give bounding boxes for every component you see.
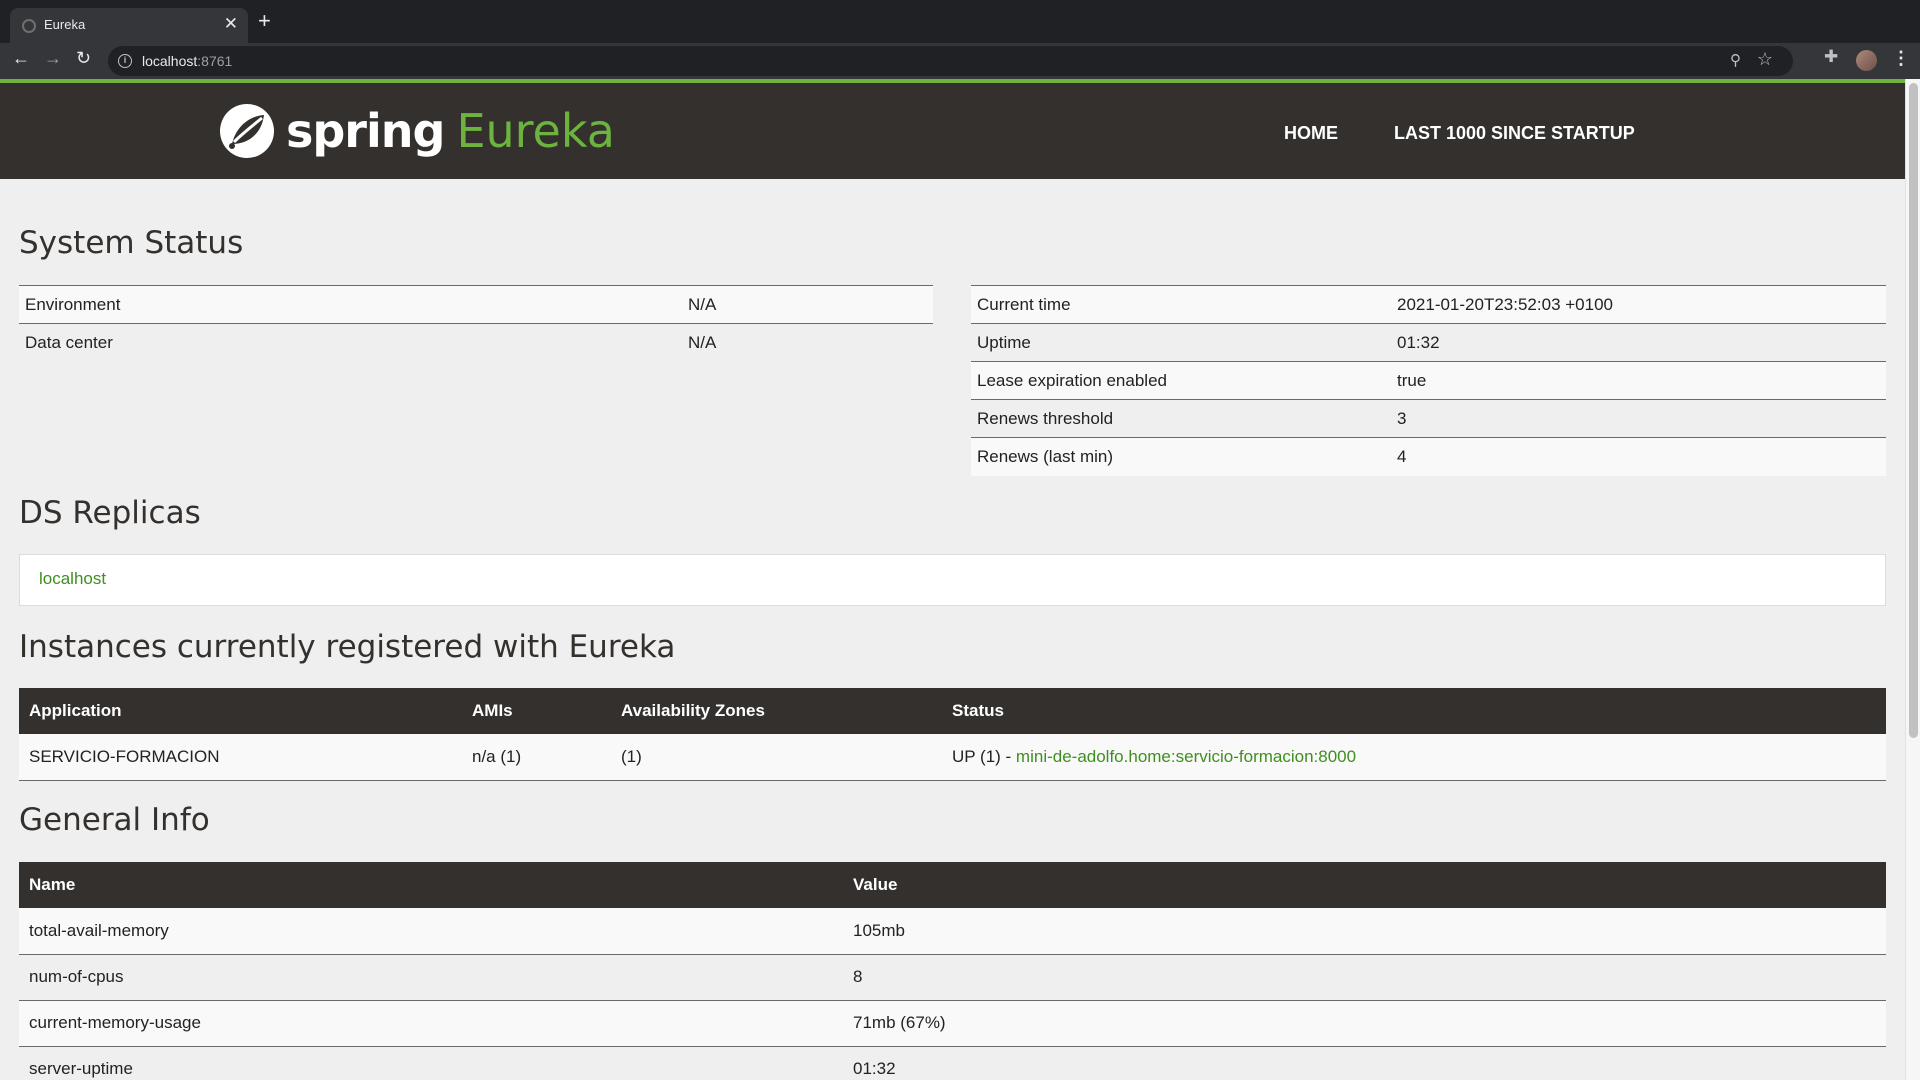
logo-eureka-text: Eureka <box>456 104 615 158</box>
table-row: Current time 2021-01-20T23:52:03 +0100 <box>971 285 1886 324</box>
status-label: Lease expiration enabled <box>971 361 1391 400</box>
status-label: Current time <box>971 285 1391 324</box>
replicas-list: localhost <box>19 554 1886 606</box>
column-header: AMIs <box>462 688 611 734</box>
forward-arrow-icon[interactable]: → <box>44 48 62 69</box>
eureka-navbar: spring Eureka HOME LAST 1000 SINCE START… <box>0 79 1905 179</box>
status-label: Environment <box>19 285 682 324</box>
spring-leaf-icon <box>220 104 274 158</box>
menu-icon[interactable]: ⋮ <box>1892 48 1910 69</box>
table-row: Uptime 01:32 <box>971 323 1886 362</box>
star-icon[interactable]: ☆ <box>1757 49 1773 70</box>
table-row: Environment N/A <box>19 285 933 324</box>
instance-link[interactable]: mini-de-adolfo.home:servicio-formacion:8… <box>1016 747 1356 766</box>
status-cell: UP (1) - mini-de-adolfo.home:servicio-fo… <box>942 734 1886 781</box>
status-label: Uptime <box>971 323 1391 362</box>
status-value: true <box>1391 361 1886 400</box>
table-row: total-avail-memory 105mb <box>19 908 1886 955</box>
extensions-icon[interactable]: ✚ <box>1824 47 1838 67</box>
info-name: num-of-cpus <box>19 954 843 1001</box>
general-info-heading: General Info <box>19 802 210 838</box>
status-value: 4 <box>1391 437 1886 476</box>
table-row: Lease expiration enabled true <box>971 361 1886 400</box>
system-status-heading: System Status <box>19 225 244 261</box>
table-row: Renews (last min) 4 <box>971 437 1886 476</box>
column-header: Status <box>942 688 1886 734</box>
amis-cell: n/a (1) <box>462 734 611 781</box>
instances-table: Application AMIs Availability Zones Stat… <box>19 688 1886 781</box>
url-host: localhost <box>142 53 198 69</box>
info-value: 01:32 <box>843 1046 1886 1080</box>
browser-toolbar: ← → ↻ i localhost:8761 ⚲ ☆ <box>0 43 1920 79</box>
column-header: Availability Zones <box>611 688 942 734</box>
nav-home-link[interactable]: HOME <box>1284 123 1338 144</box>
back-arrow-icon[interactable]: ← <box>12 48 30 69</box>
replica-link[interactable]: localhost <box>39 569 106 589</box>
close-icon[interactable]: ✕ <box>224 14 238 34</box>
application-cell: SERVICIO-FORMACION <box>19 734 462 781</box>
table-header-row: Application AMIs Availability Zones Stat… <box>19 688 1886 734</box>
status-label: Data center <box>19 323 682 362</box>
avatar[interactable] <box>1856 50 1877 71</box>
scroll-thumb[interactable] <box>1909 83 1918 738</box>
table-row: Data center N/A <box>19 323 933 362</box>
address-bar[interactable]: i localhost:8761 ⚲ ☆ <box>108 46 1793 76</box>
system-status-right-table: Current time 2021-01-20T23:52:03 +0100 U… <box>971 285 1886 476</box>
url-port: :8761 <box>197 53 233 69</box>
system-status-left-table: Environment N/A Data center N/A <box>19 285 933 362</box>
table-header-row: Name Value <box>19 862 1886 908</box>
browser-tab[interactable]: Eureka ✕ <box>10 8 248 43</box>
globe-icon <box>22 19 36 33</box>
zones-cell: (1) <box>611 734 942 781</box>
status-value: 01:32 <box>1391 323 1886 362</box>
vertical-scrollbar[interactable] <box>1905 79 1920 1080</box>
status-value: 2021-01-20T23:52:03 +0100 <box>1391 285 1886 324</box>
table-row: SERVICIO-FORMACION n/a (1) (1) UP (1) - … <box>19 734 1886 781</box>
reload-icon[interactable]: ↻ <box>76 48 91 69</box>
general-info-table: Name Value total-avail-memory 105mb num-… <box>19 862 1886 1080</box>
table-row: server-uptime 01:32 <box>19 1046 1886 1080</box>
status-value: N/A <box>682 323 933 362</box>
status-value: 3 <box>1391 399 1886 438</box>
nav-last-1000-link[interactable]: LAST 1000 SINCE STARTUP <box>1394 123 1635 144</box>
info-name: total-avail-memory <box>19 908 843 955</box>
info-icon[interactable]: i <box>118 54 132 68</box>
new-tab-button[interactable]: + <box>258 8 271 34</box>
tab-title: Eureka <box>44 17 86 32</box>
status-text: UP (1) - <box>952 746 1016 766</box>
status-label: Renews threshold <box>971 399 1391 438</box>
info-name: server-uptime <box>19 1046 843 1080</box>
column-header: Name <box>19 862 843 908</box>
status-value: N/A <box>682 285 933 324</box>
url-text[interactable]: localhost:8761 <box>142 53 232 69</box>
column-header: Application <box>19 688 462 734</box>
logo-spring-text: spring <box>286 104 445 158</box>
info-value: 8 <box>843 954 1886 1001</box>
column-header: Value <box>843 862 1886 908</box>
spring-eureka-logo[interactable]: spring Eureka <box>218 99 615 163</box>
info-value: 71mb (67%) <box>843 1000 1886 1047</box>
info-value: 105mb <box>843 908 1886 955</box>
table-row: num-of-cpus 8 <box>19 954 1886 1001</box>
table-row: current-memory-usage 71mb (67%) <box>19 1000 1886 1047</box>
status-label: Renews (last min) <box>971 437 1391 476</box>
page-viewport: spring Eureka HOME LAST 1000 SINCE START… <box>0 79 1905 1080</box>
info-name: current-memory-usage <box>19 1000 843 1047</box>
zoom-icon[interactable]: ⚲ <box>1730 51 1741 69</box>
table-row: Renews threshold 3 <box>971 399 1886 438</box>
instances-heading: Instances currently registered with Eure… <box>19 629 676 665</box>
ds-replicas-heading: DS Replicas <box>19 495 201 531</box>
browser-tabstrip: Eureka ✕ + <box>0 0 1920 43</box>
